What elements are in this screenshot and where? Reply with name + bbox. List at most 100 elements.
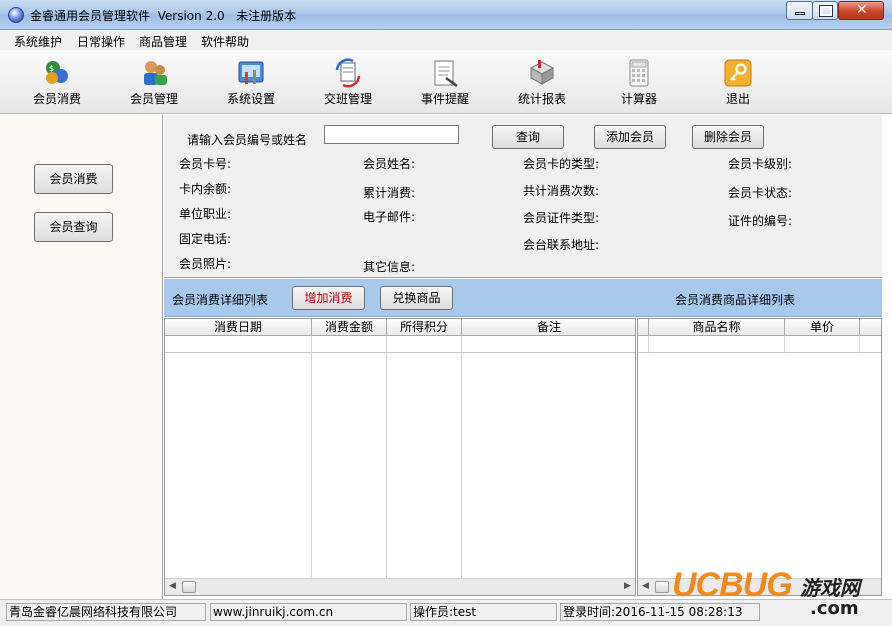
id-number-label: 证件的编号: (728, 214, 793, 228)
delete-member-button[interactable]: 删除会员 (692, 125, 764, 149)
column-divider (859, 336, 860, 353)
left-panel: 会员消费 会员查询 (0, 115, 163, 599)
address-label: 会台联系地址: (523, 238, 600, 252)
watermark: UCBUG 游戏网 .com (672, 566, 892, 622)
app-icon (8, 7, 24, 23)
card-no-label: 会员卡号: (179, 157, 232, 171)
member-consume-label: 会员消费 (32, 92, 81, 106)
shift-manage-label: 交班管理 (323, 92, 372, 106)
search-input[interactable] (324, 125, 459, 144)
event-reminder-label: 事件提醒 (420, 92, 469, 106)
consume-table[interactable]: 消费日期 消费金额 所得积分 备注 ◀ ▶ (164, 318, 636, 596)
col-consume-date[interactable]: 消费日期 (165, 319, 312, 336)
statistics-report-icon (529, 60, 555, 85)
statistics-report-tool[interactable]: 统计报表 (497, 54, 587, 112)
member-consume-tool[interactable]: $ 会员消费 (12, 54, 102, 112)
status-operator: 操作员:test (410, 603, 557, 621)
col-goods-name[interactable]: 商品名称 (649, 319, 785, 336)
menu-software-help[interactable]: 软件帮助 (201, 33, 249, 50)
exit-tool[interactable]: 退出 (693, 54, 783, 112)
member-consume-icon: $ (46, 61, 68, 84)
calculator-tool[interactable]: 计算器 (594, 54, 684, 112)
card-type-label: 会员卡的类型: (523, 157, 600, 171)
total-consume-label: 累计消费: (363, 186, 416, 200)
member-query-button[interactable]: 会员查询 (34, 212, 113, 242)
card-level-label: 会员卡级别: (728, 157, 793, 171)
member-manage-label: 会员管理 (129, 92, 178, 106)
svg-text:$: $ (49, 64, 54, 73)
menu-bar: 系统维护 日常操作 商品管理 软件帮助 (0, 30, 892, 50)
table-row (638, 352, 881, 353)
search-prompt: 请输入会员编号或姓名 (187, 133, 308, 147)
photo-label: 会员照片: (179, 257, 232, 271)
add-member-button[interactable]: 添加会员 (594, 125, 666, 149)
col-unit-price[interactable]: 单价 (785, 319, 860, 336)
other-info-label: 其它信息: (363, 260, 416, 274)
balance-label: 卡内余额: (179, 182, 232, 196)
watermark-brand: UCBUG (672, 566, 793, 604)
table-row (165, 352, 635, 353)
col-consume-amount[interactable]: 消费金额 (312, 319, 387, 336)
calculator-label: 计算器 (620, 92, 657, 106)
consume-table-hscrollbar[interactable]: ◀ ▶ (165, 578, 635, 595)
exit-key-icon (724, 59, 752, 87)
system-settings-tool[interactable]: 系统设置 (206, 54, 296, 112)
event-reminder-tool[interactable]: 事件提醒 (400, 54, 490, 112)
window-title: 金睿通用会员管理软件 Version 2.0 未注册版本 (30, 9, 297, 23)
member-manage-icon (144, 61, 167, 85)
status-website: www.jinruikj.com.cn (210, 603, 407, 621)
statistics-report-label: 统计报表 (517, 92, 566, 106)
menu-goods-management[interactable]: 商品管理 (139, 33, 187, 50)
col-points[interactable]: 所得积分 (387, 319, 462, 336)
col-remark[interactable]: 备注 (462, 319, 635, 336)
scroll-right-icon[interactable]: ▶ (624, 581, 631, 591)
minimize-icon (795, 12, 805, 15)
scroll-left-icon[interactable]: ◀ (642, 581, 649, 591)
maximize-button[interactable] (812, 1, 838, 20)
scroll-left-icon[interactable]: ◀ (169, 581, 176, 591)
shift-manage-tool[interactable]: 交班管理 (303, 54, 393, 112)
calculator-icon (629, 59, 649, 87)
column-divider (386, 336, 387, 579)
occupation-label: 单位职业: (179, 207, 232, 221)
goods-table[interactable]: 商品名称 单价 ◀ (637, 318, 882, 596)
minimize-button[interactable] (786, 1, 813, 20)
watermark-domain: .com (810, 598, 859, 619)
column-divider (461, 336, 462, 579)
status-company: 青岛金睿亿晨网络科技有限公司 (6, 603, 206, 621)
phone-label: 固定电话: (179, 232, 232, 246)
goods-list-title: 会员消费商品详细列表 (675, 293, 796, 307)
title-bar: 金睿通用会员管理软件 Version 2.0 未注册版本 ✕ (0, 0, 892, 30)
member-consume-button[interactable]: 会员消费 (34, 164, 113, 194)
column-divider (648, 336, 649, 353)
member-info-panel: 请输入会员编号或姓名 查询 添加会员 删除会员 会员卡号: 卡内余额: 单位职业… (164, 115, 882, 278)
event-reminder-icon (434, 60, 458, 88)
card-status-label: 会员卡状态: (728, 186, 793, 200)
menu-daily-operations[interactable]: 日常操作 (77, 33, 125, 50)
column-divider (311, 336, 312, 579)
column-divider (784, 336, 785, 353)
shift-manage-icon (335, 58, 361, 88)
close-icon: ✕ (856, 2, 868, 18)
scroll-thumb[interactable] (182, 581, 196, 593)
add-consume-button[interactable]: 增加消费 (292, 286, 365, 310)
menu-system-maintenance[interactable]: 系统维护 (14, 33, 62, 50)
member-manage-tool[interactable]: 会员管理 (109, 54, 199, 112)
exchange-goods-button[interactable]: 兑换商品 (380, 286, 453, 310)
query-button[interactable]: 查询 (492, 125, 564, 149)
id-type-label: 会员证件类型: (523, 211, 600, 225)
toolbar: $ 会员消费 会员管理 系统设置 交班管理 事件提醒 统计报表 计算器 退出 (0, 50, 892, 114)
email-label: 电子邮件: (363, 210, 416, 224)
consume-count-label: 共计消费次数: (523, 184, 600, 198)
consume-list-title: 会员消费详细列表 (172, 293, 269, 307)
col-row-indicator (638, 319, 649, 336)
close-button[interactable]: ✕ (838, 1, 884, 20)
system-settings-icon (238, 61, 264, 84)
name-label: 会员姓名: (363, 157, 416, 171)
col-extra (860, 319, 881, 336)
watermark-suffix: 游戏网 (800, 576, 860, 600)
system-settings-label: 系统设置 (226, 92, 275, 106)
maximize-icon (819, 5, 833, 17)
exit-label: 退出 (725, 92, 750, 106)
scroll-thumb[interactable] (655, 581, 669, 593)
